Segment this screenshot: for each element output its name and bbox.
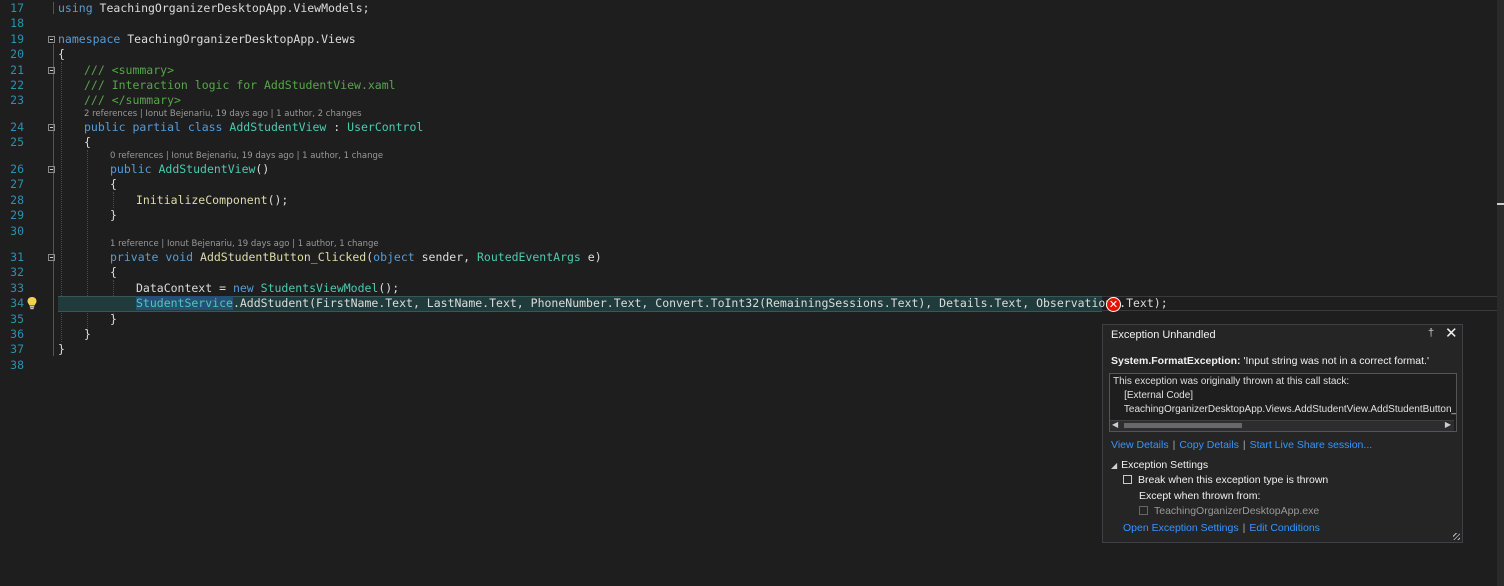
line-number: 25: [10, 135, 24, 149]
line-number: 29: [10, 208, 24, 222]
outline-guide: [53, 44, 54, 356]
line-number: 33: [10, 281, 24, 295]
line-number: 34: [10, 296, 24, 310]
comment-line: /// </summary>: [84, 93, 181, 107]
line-number: 19: [10, 32, 24, 46]
scroll-right-icon[interactable]: ▶: [1445, 420, 1451, 429]
popup-links: View Details | Copy Details | Start Live Sha…: [1111, 439, 1372, 451]
call-stack-box[interactable]: This exception was originally thrown at …: [1109, 373, 1457, 432]
expand-triangle-icon[interactable]: ◢: [1111, 461, 1117, 470]
code-line: using TeachingOrganizerDesktopApp.ViewMo…: [58, 1, 370, 15]
pin-icon[interactable]: †: [1428, 327, 1434, 339]
code-line: {: [58, 47, 65, 61]
error-icon[interactable]: ✕: [1106, 297, 1121, 312]
resize-grip-icon[interactable]: [1453, 533, 1460, 540]
horizontal-scrollbar[interactable]: ◀ ▶: [1110, 420, 1454, 431]
code-line: public AddStudentView(): [110, 162, 270, 176]
lightbulb-icon[interactable]: [26, 296, 38, 310]
separator: |: [1242, 522, 1246, 534]
break-when-thrown-checkbox[interactable]: [1123, 475, 1132, 484]
indent-guide: [113, 192, 114, 208]
line-number: 28: [10, 193, 24, 207]
code-line: {: [110, 177, 117, 191]
line-number: 18: [10, 16, 24, 30]
scrollbar-thumb[interactable]: [1124, 423, 1242, 428]
except-when-label: Except when thrown from:: [1139, 490, 1261, 502]
code-line: {: [84, 135, 91, 149]
code-line: {: [110, 265, 117, 279]
collapse-toggle[interactable]: [48, 254, 55, 261]
copy-details-link[interactable]: Copy Details: [1179, 439, 1239, 451]
line-number: 31: [10, 250, 24, 264]
code-line: public partial class AddStudentView : Us…: [84, 120, 424, 134]
separator: |: [1172, 439, 1176, 451]
break-when-thrown-label: Break when this exception type is thrown: [1138, 474, 1329, 486]
edit-conditions-link[interactable]: Edit Conditions: [1249, 522, 1320, 534]
line-number: 35: [10, 312, 24, 326]
exception-code-line[interactable]: StudentService.AddStudent(FirstName.Text…: [136, 296, 1168, 311]
collapse-toggle[interactable]: [48, 166, 55, 173]
view-details-link[interactable]: View Details: [1111, 439, 1169, 451]
exception-popup: Exception Unhandled † ✕ System.FormatExc…: [1102, 324, 1463, 543]
call-stack-frame: TeachingOrganizerDesktopApp.Views.AddStu…: [1123, 404, 1457, 415]
code-line: InitializeComponent();: [136, 193, 289, 207]
popup-title: Exception Unhandled: [1111, 329, 1216, 341]
line-number: 36: [10, 327, 24, 341]
call-stack-frame: [External Code]: [1113, 390, 1194, 401]
line-number: 22: [10, 78, 24, 92]
popup-bottom-links: Open Exception Settings | Edit Conditions: [1123, 522, 1320, 534]
collapse-toggle[interactable]: [48, 36, 55, 43]
line-number: 17: [10, 1, 24, 15]
code-line: }: [110, 208, 117, 222]
module-label: TeachingOrganizerDesktopApp.exe: [1154, 505, 1320, 517]
live-share-link[interactable]: Start Live Share session...: [1250, 439, 1373, 451]
module-row: TeachingOrganizerDesktopApp.exe: [1139, 505, 1319, 517]
collapse-toggle[interactable]: [48, 124, 55, 131]
line-number: 37: [10, 342, 24, 356]
line-number: 26: [10, 162, 24, 176]
codelens-class[interactable]: 2 references | Ionut Bejenariu, 19 days …: [84, 109, 362, 120]
code-line: }: [84, 327, 91, 341]
code-line: private void AddStudentButton_Clicked(ob…: [110, 250, 602, 264]
code-line: namespace TeachingOrganizerDesktopApp.Vi…: [58, 32, 356, 46]
line-number: 27: [10, 177, 24, 191]
open-exception-settings-link[interactable]: Open Exception Settings: [1123, 522, 1239, 534]
call-stack-header: This exception was originally thrown at …: [1113, 376, 1350, 387]
close-icon[interactable]: ✕: [1445, 324, 1458, 342]
line-number: 32: [10, 265, 24, 279]
line-number: 24: [10, 120, 24, 134]
comment-line: /// <summary>: [84, 63, 175, 77]
line-number: 20: [10, 47, 24, 61]
break-when-thrown-row[interactable]: Break when this exception type is thrown: [1123, 474, 1328, 486]
codelens-constructor[interactable]: 0 references | Ionut Bejenariu, 19 days …: [110, 151, 383, 162]
line-number: 30: [10, 224, 24, 238]
separator: |: [1242, 439, 1246, 451]
collapse-toggle[interactable]: [48, 67, 55, 74]
scroll-left-icon[interactable]: ◀: [1112, 420, 1118, 429]
scrollbar-marker: [1497, 203, 1504, 205]
module-checkbox: [1139, 506, 1148, 515]
vertical-scrollbar[interactable]: [1497, 0, 1504, 586]
code-line: DataContext = new StudentsViewModel();: [136, 281, 400, 295]
line-number: 23: [10, 93, 24, 107]
codelens-method[interactable]: 1 reference | Ionut Bejenariu, 19 days a…: [110, 239, 379, 250]
code-line: }: [110, 312, 117, 326]
code-line: }: [58, 342, 65, 356]
line-number: 21: [10, 63, 24, 77]
line-number: 38: [10, 358, 24, 372]
exception-message: System.FormatException: 'Input string wa…: [1111, 355, 1429, 367]
exception-settings-header[interactable]: ◢ Exception Settings: [1111, 459, 1208, 471]
comment-line: /// Interaction logic for AddStudentView…: [84, 78, 396, 92]
outline-guide: [53, 2, 54, 14]
